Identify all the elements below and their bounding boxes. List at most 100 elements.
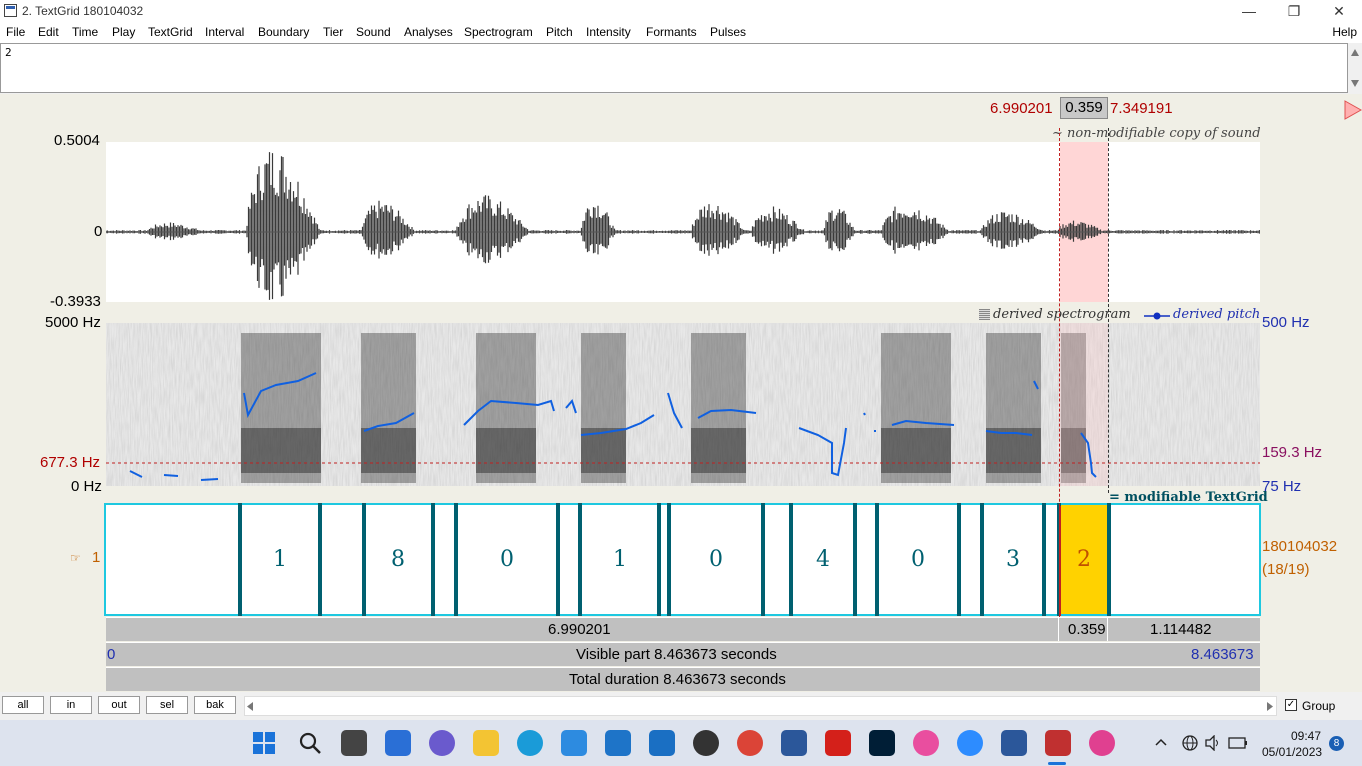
zoom-all-button[interactable]: all <box>2 696 44 714</box>
menu-intensity[interactable]: Intensity <box>586 25 631 39</box>
interval-boundary[interactable] <box>362 503 366 616</box>
selection-bar-duration[interactable]: 0.359 <box>1068 621 1106 638</box>
textgrid-tier[interactable]: 1 8 0 1 0 4 0 3 2 <box>104 503 1261 616</box>
text-scrollbar[interactable] <box>1348 43 1362 93</box>
waveform-panel[interactable] <box>105 142 1261 302</box>
after-selection-duration[interactable]: 1.114482 <box>1150 621 1211 638</box>
vscode-icon[interactable] <box>649 730 675 756</box>
menu-play[interactable]: Play <box>112 25 135 39</box>
visible-part-bar[interactable]: 0 Visible part 8.463673 seconds 8.463673 <box>106 642 1260 666</box>
word-doc-icon[interactable] <box>781 730 807 756</box>
menu-interval[interactable]: Interval <box>205 25 244 39</box>
mail-icon[interactable] <box>605 730 631 756</box>
menu-bar: File Edit Time Play TextGrid Interval Bo… <box>0 22 1362 43</box>
interval-boundary[interactable] <box>1042 503 1046 616</box>
photoshop-icon[interactable] <box>869 730 895 756</box>
zoom-sel-button[interactable]: sel <box>146 696 188 714</box>
play-triangle-icon[interactable] <box>1344 100 1362 120</box>
praat-textgrid-icon[interactable] <box>1045 730 1071 756</box>
interval-boundary[interactable] <box>556 503 560 616</box>
zoom-out-button[interactable]: out <box>98 696 140 714</box>
battery-icon[interactable] <box>1228 737 1248 749</box>
interval-boundary[interactable] <box>875 503 879 616</box>
close-button[interactable]: ✕ <box>1316 0 1362 22</box>
interval-boundary[interactable] <box>657 503 661 616</box>
interval-text-selected[interactable]: 2 <box>1064 547 1104 572</box>
group-checkbox[interactable]: ✓ <box>1285 699 1297 711</box>
clock-date[interactable]: 05/01/2023 <box>1262 745 1322 759</box>
interval-boundary[interactable] <box>853 503 857 616</box>
task-view-icon[interactable] <box>341 730 367 756</box>
praat-icon[interactable] <box>1089 730 1115 756</box>
scroll-up-icon[interactable] <box>1351 49 1359 56</box>
interval-boundary[interactable] <box>431 503 435 616</box>
interval-boundary[interactable] <box>789 503 793 616</box>
interval-text[interactable]: 8 <box>378 547 418 572</box>
scroll-right-icon[interactable] <box>1267 702 1274 711</box>
interval-text[interactable]: 3 <box>993 547 1033 572</box>
menu-sound[interactable]: Sound <box>356 25 391 39</box>
teams-chat-icon[interactable] <box>429 730 455 756</box>
interval-boundary[interactable] <box>957 503 961 616</box>
interval-text[interactable]: 1 <box>260 547 300 572</box>
music-icon[interactable] <box>913 730 939 756</box>
file-explorer-icon[interactable] <box>473 730 499 756</box>
chrome-icon[interactable] <box>737 730 763 756</box>
interval-boundary[interactable] <box>318 503 322 616</box>
acrobat-icon[interactable] <box>825 730 851 756</box>
scroll-left-icon[interactable] <box>247 702 254 711</box>
visible-part-label[interactable]: Visible part 8.463673 seconds <box>576 646 777 663</box>
search-icon[interactable] <box>298 731 322 755</box>
selection-bar[interactable]: 6.990201 0.359 1.114482 <box>106 617 1260 641</box>
zoom-icon[interactable] <box>957 730 983 756</box>
interval-boundary[interactable] <box>578 503 582 616</box>
menu-textgrid[interactable]: TextGrid <box>148 25 193 39</box>
interval-boundary[interactable] <box>1107 503 1111 616</box>
menu-help[interactable]: Help <box>1332 25 1357 39</box>
menu-pitch[interactable]: Pitch <box>546 25 573 39</box>
notification-badge[interactable]: 8 <box>1329 736 1344 751</box>
interval-boundary[interactable] <box>761 503 765 616</box>
word-icon[interactable] <box>1001 730 1027 756</box>
interval-text-field[interactable]: 2 <box>0 43 1348 93</box>
maximize-button[interactable]: ❐ <box>1271 0 1317 22</box>
menu-pulses[interactable]: Pulses <box>710 25 746 39</box>
menu-tier[interactable]: Tier <box>323 25 343 39</box>
interval-text[interactable]: 1 <box>600 547 640 572</box>
total-duration-bar[interactable]: Total duration 8.463673 seconds <box>106 667 1260 691</box>
interval-text[interactable]: 0 <box>898 547 938 572</box>
widgets-icon[interactable] <box>385 730 411 756</box>
scroll-down-icon[interactable] <box>1351 80 1359 87</box>
volume-icon[interactable] <box>1205 735 1221 751</box>
globe-icon[interactable] <box>1182 735 1198 751</box>
interval-boundary[interactable] <box>454 503 458 616</box>
interval-boundary[interactable] <box>667 503 671 616</box>
interval-text[interactable]: 0 <box>696 547 736 572</box>
zoom-back-button[interactable]: bak <box>194 696 236 714</box>
tier-number: 1 <box>92 549 101 566</box>
menu-analyses[interactable]: Analyses <box>404 25 453 39</box>
interval-boundary[interactable] <box>980 503 984 616</box>
menu-spectrogram[interactable]: Spectrogram <box>464 25 533 39</box>
spectrogram-panel[interactable] <box>106 323 1260 486</box>
zoom-in-button[interactable]: in <box>50 696 92 714</box>
time-scrollbar[interactable] <box>244 696 1277 716</box>
media-icon[interactable] <box>693 730 719 756</box>
interval-text[interactable]: 0 <box>487 547 527 572</box>
before-selection-duration[interactable]: 6.990201 <box>548 621 611 638</box>
tray-overflow-icon[interactable] <box>1155 738 1167 746</box>
menu-time[interactable]: Time <box>72 25 98 39</box>
minimize-button[interactable]: — <box>1226 0 1272 22</box>
store-icon[interactable] <box>561 730 587 756</box>
edge-icon[interactable] <box>517 730 543 756</box>
clock-time[interactable]: 09:47 <box>1291 729 1321 743</box>
interval-boundary[interactable] <box>238 503 242 616</box>
start-icon[interactable] <box>253 732 275 754</box>
menu-formants[interactable]: Formants <box>646 25 697 39</box>
total-duration-label[interactable]: Total duration 8.463673 seconds <box>569 671 786 688</box>
menu-file[interactable]: File <box>6 25 25 39</box>
menu-edit[interactable]: Edit <box>38 25 59 39</box>
menu-boundary[interactable]: Boundary <box>258 25 309 39</box>
cursor-boundary <box>1059 506 1061 616</box>
interval-text[interactable]: 4 <box>803 547 843 572</box>
